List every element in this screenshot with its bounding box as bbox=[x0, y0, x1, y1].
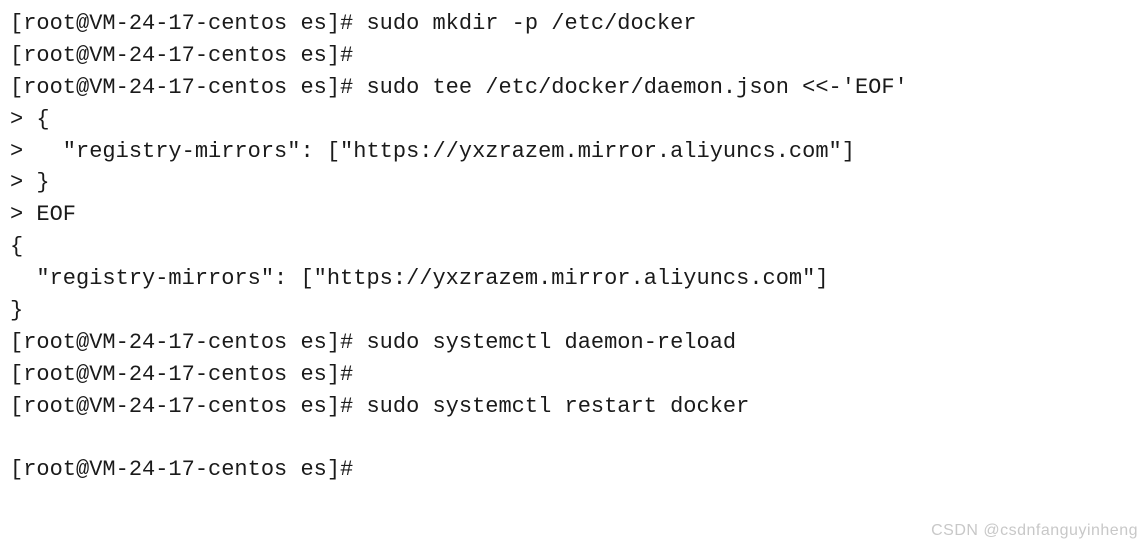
terminal-line: } bbox=[10, 295, 1134, 327]
terminal-line: "registry-mirrors": ["https://yxzrazem.m… bbox=[10, 263, 1134, 295]
terminal-line: > } bbox=[10, 167, 1134, 199]
terminal-line: { bbox=[10, 231, 1134, 263]
terminal-line: [root@VM-24-17-centos es]# sudo mkdir -p… bbox=[10, 8, 1134, 40]
watermark-text: CSDN @csdnfanguyinheng bbox=[931, 519, 1138, 542]
terminal-line: [root@VM-24-17-centos es]# bbox=[10, 454, 1134, 486]
terminal-blank-line bbox=[10, 423, 1134, 455]
terminal-line: [root@VM-24-17-centos es]# bbox=[10, 359, 1134, 391]
terminal-line: [root@VM-24-17-centos es]# sudo tee /etc… bbox=[10, 72, 1134, 104]
terminal-line: > EOF bbox=[10, 199, 1134, 231]
terminal-line: > { bbox=[10, 104, 1134, 136]
terminal-line: [root@VM-24-17-centos es]# sudo systemct… bbox=[10, 391, 1134, 423]
terminal-line: [root@VM-24-17-centos es]# bbox=[10, 40, 1134, 72]
terminal-line: [root@VM-24-17-centos es]# sudo systemct… bbox=[10, 327, 1134, 359]
terminal-line: > "registry-mirrors": ["https://yxzrazem… bbox=[10, 136, 1134, 168]
terminal-output[interactable]: [root@VM-24-17-centos es]# sudo mkdir -p… bbox=[10, 8, 1134, 486]
